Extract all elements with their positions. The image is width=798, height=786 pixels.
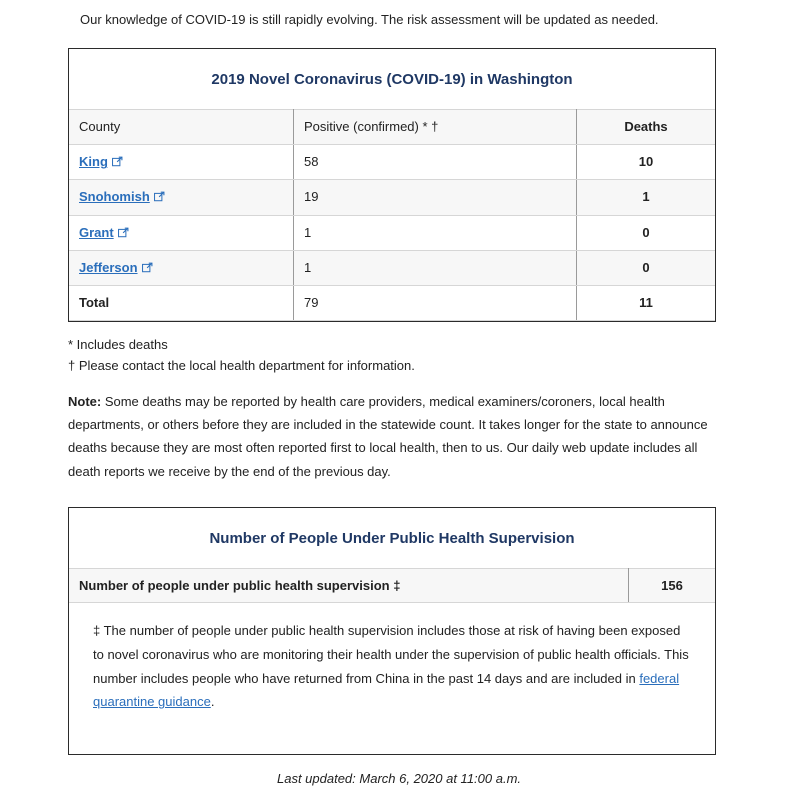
county-cell-king: King xyxy=(69,144,294,181)
deaths-cell-snohomish: 1 xyxy=(576,179,715,216)
footnote-dagger: † Please contact the local health depart… xyxy=(68,358,415,374)
deaths-cell-jefferson: 0 xyxy=(576,249,715,286)
positive-cell-king: 58 xyxy=(293,144,577,181)
positive-cell-grant: 1 xyxy=(293,214,577,251)
note-body: Some deaths may be reported by health ca… xyxy=(68,394,708,479)
covid-table-card: 2019 Novel Coronavirus (COVID-19) in Was… xyxy=(68,47,716,323)
footnotes-section: * Includes deaths † Please contact the l… xyxy=(68,334,718,483)
column-header-county: County xyxy=(69,108,294,146)
note-label: Note: xyxy=(68,394,102,410)
supervision-note: ‡ The number of people under public heal… xyxy=(69,603,715,754)
table-row-total: Total 79 11 xyxy=(69,284,715,322)
covid-table-title: 2019 Novel Coronavirus (COVID-19) in Was… xyxy=(211,70,573,88)
covid-table-head: County Positive (confirmed) * † Deaths xyxy=(69,108,715,146)
positive-cell-jefferson: 1 xyxy=(293,249,577,286)
county-cell-jefferson: Jefferson xyxy=(69,249,294,286)
table-row: Snohomish 19 1 xyxy=(69,179,715,216)
table-header-row: County Positive (confirmed) * † Deaths xyxy=(69,108,715,146)
table-row: Number of people under public health sup… xyxy=(69,568,715,604)
supervision-table-body: Number of people under public health sup… xyxy=(69,568,715,604)
table-row: King 58 10 xyxy=(69,144,715,181)
external-link-icon[interactable] xyxy=(153,191,165,202)
total-label: Total xyxy=(69,284,294,322)
positive-cell-snohomish: 19 xyxy=(293,179,577,216)
supervision-table-card: Number of People Under Public Health Sup… xyxy=(68,506,716,755)
county-link-jefferson[interactable]: Jefferson xyxy=(79,260,138,275)
supervision-table-title: Number of People Under Public Health Sup… xyxy=(209,529,575,547)
intro-paragraph: Our knowledge of COVID-19 is still rapid… xyxy=(80,12,659,27)
county-link-king[interactable]: King xyxy=(79,154,108,169)
supervision-table: Number of people under public health sup… xyxy=(69,568,715,604)
county-link-snohomish[interactable]: Snohomish xyxy=(79,189,150,204)
external-link-icon[interactable] xyxy=(141,262,153,273)
deaths-cell-grant: 0 xyxy=(576,214,715,251)
external-link-icon[interactable] xyxy=(117,227,129,238)
covid-table-body: King 58 10 Snohomish 19 1 Grant 1 0 Jeff… xyxy=(69,144,715,322)
note-paragraph: Note: Some deaths may be reported by hea… xyxy=(68,390,718,483)
total-deaths: 11 xyxy=(576,284,715,322)
supervision-row-value: 156 xyxy=(628,568,715,604)
column-header-positive: Positive (confirmed) * † xyxy=(293,108,577,146)
total-positive: 79 xyxy=(293,284,577,322)
table-row: Grant 1 0 xyxy=(69,214,715,251)
supervision-note-text-part1: The number of people under public health… xyxy=(93,623,689,686)
column-header-deaths: Deaths xyxy=(576,108,715,146)
county-cell-snohomish: Snohomish xyxy=(69,179,294,216)
county-link-grant[interactable]: Grant xyxy=(79,225,114,240)
county-cell-grant: Grant xyxy=(69,214,294,251)
supervision-row-label: Number of people under public health sup… xyxy=(69,568,629,604)
footnote-asterisk: * Includes deaths xyxy=(68,337,168,353)
page-container: Our knowledge of COVID-19 is still rapid… xyxy=(0,0,798,786)
covid-table: County Positive (confirmed) * † Deaths K… xyxy=(69,108,715,322)
external-link-icon[interactable] xyxy=(111,156,123,167)
last-updated-text: Last updated: March 6, 2020 at 11:00 a.m… xyxy=(276,770,522,786)
table-row: Jefferson 1 0 xyxy=(69,249,715,286)
deaths-cell-king: 10 xyxy=(576,144,715,181)
supervision-note-text-part2: . xyxy=(210,694,215,710)
